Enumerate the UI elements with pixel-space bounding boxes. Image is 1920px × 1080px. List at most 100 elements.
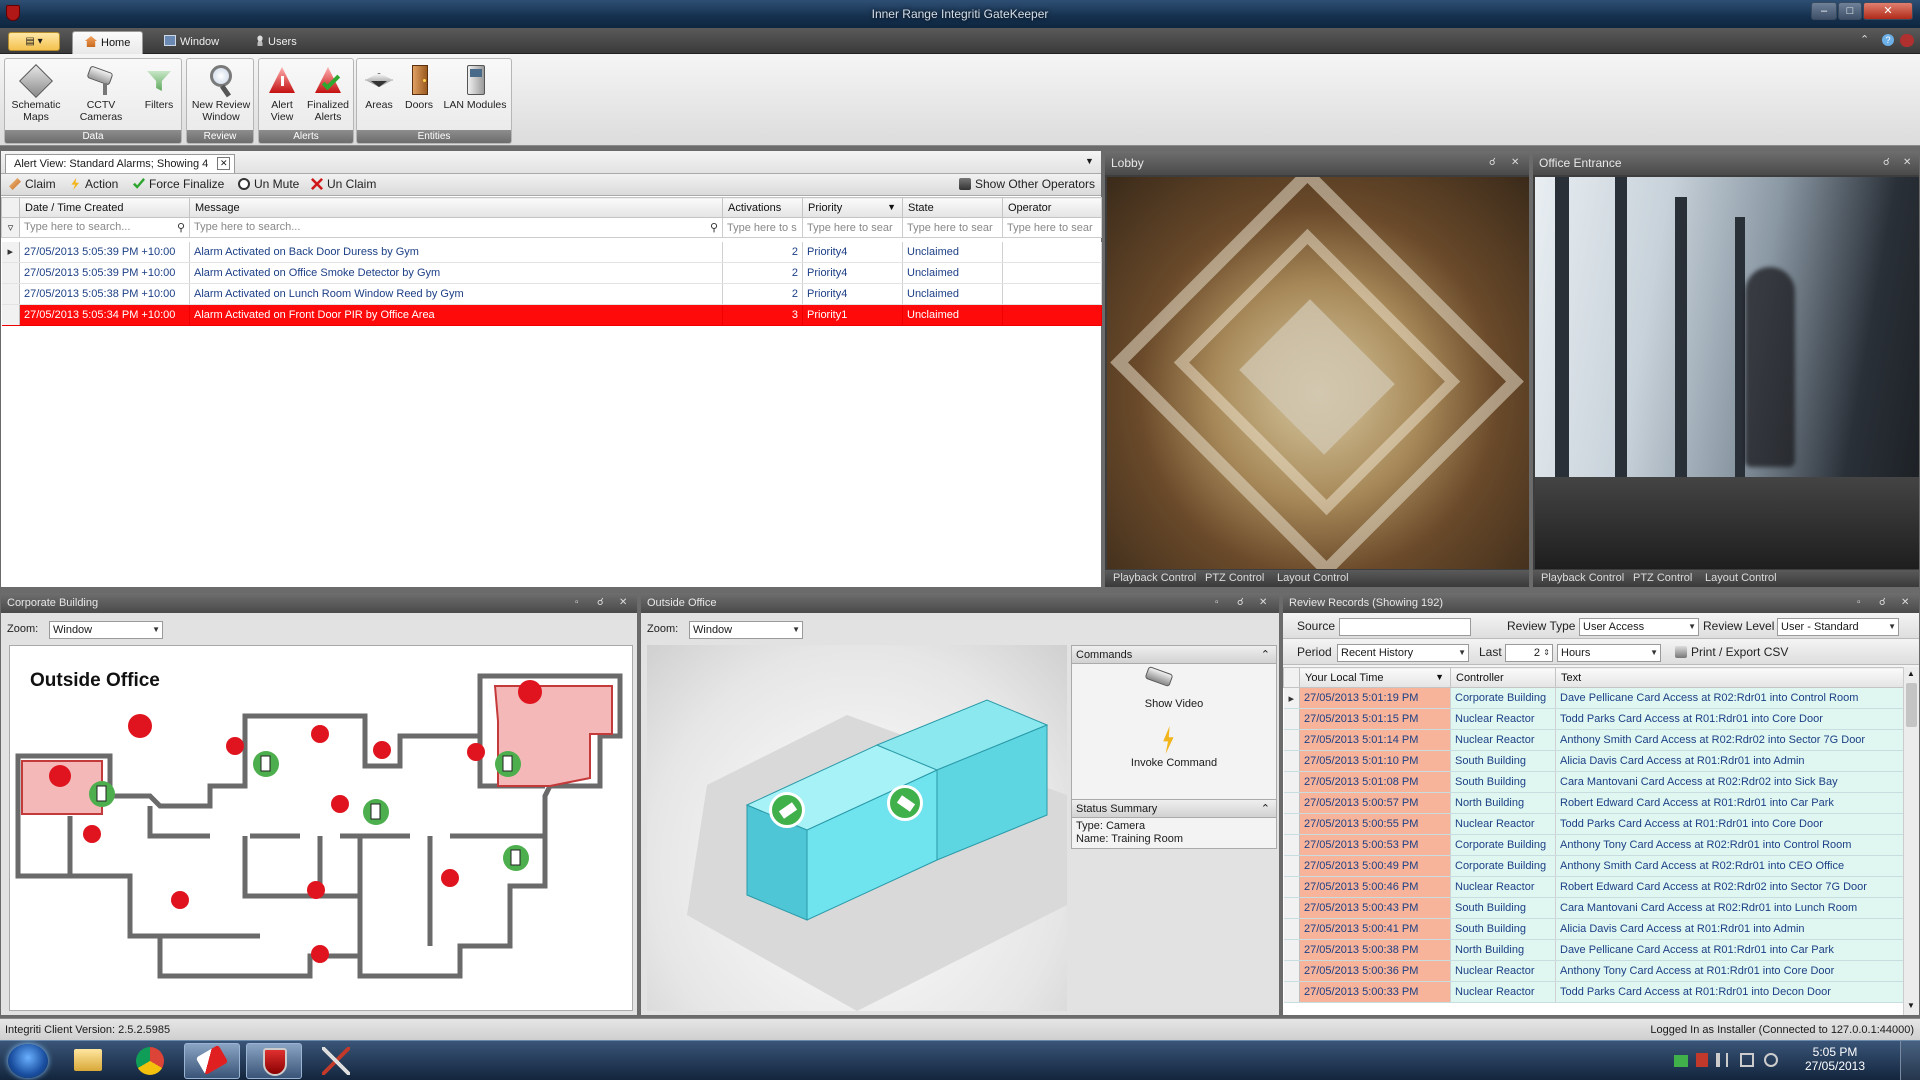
speaker-tray-icon[interactable] (1716, 1053, 1728, 1067)
review-level-select[interactable]: User - Standard ▼ (1777, 618, 1899, 636)
pin-icon[interactable]: ☌ (1879, 593, 1886, 613)
close-button[interactable]: ✕ (1863, 2, 1913, 20)
floor-plan-canvas[interactable]: Outside Office (9, 645, 633, 1011)
review-type-select[interactable]: User Access ▼ (1579, 618, 1699, 636)
table-row[interactable]: 27/05/2013 5:01:14 PM Nuclear Reactor Anth… (1283, 729, 1903, 751)
col-date-created[interactable]: Date / Time Created (19, 197, 190, 218)
table-row[interactable]: 27/05/2013 5:01:15 PM Nuclear Reactor Todd… (1283, 708, 1903, 730)
file-explorer-taskbar-button[interactable] (60, 1043, 116, 1079)
filter-message-input[interactable]: Type here to search... ⚲ (189, 217, 723, 238)
col-local-time[interactable]: Your Local Time ▼ (1299, 667, 1451, 688)
pin-icon[interactable]: ☌ (597, 593, 604, 613)
paint-taskbar-button[interactable] (184, 1043, 240, 1079)
table-row[interactable]: 27/05/2013 5:00:36 PM Nuclear Reactor Anth… (1283, 960, 1903, 982)
pin-icon[interactable]: ☌ (1489, 151, 1496, 175)
force-finalize-button[interactable]: Force Finalize (133, 174, 224, 195)
nvidia-tray-icon[interactable] (1674, 1055, 1688, 1067)
gatekeeper-taskbar-button[interactable] (246, 1043, 302, 1079)
tab-home[interactable]: Home (72, 31, 144, 54)
tools-taskbar-button[interactable] (308, 1043, 364, 1079)
playback-control-link[interactable]: Playback Control (1541, 570, 1624, 587)
collapse-icon[interactable]: ⌃ (1261, 800, 1270, 818)
period-select[interactable]: Recent History ▼ (1337, 644, 1469, 662)
source-input[interactable] (1339, 618, 1471, 636)
layout-control-link[interactable]: Layout Control (1705, 570, 1777, 587)
tab-window[interactable]: Window (152, 31, 231, 54)
ptz-control-link[interactable]: PTZ Control (1633, 570, 1692, 587)
table-row[interactable]: 27/05/2013 5:01:10 PM South Building Alici… (1283, 750, 1903, 772)
table-row[interactable]: 27/05/2013 5:00:53 PM Corporate Building A… (1283, 834, 1903, 856)
close-icon[interactable]: ✕ (1511, 151, 1519, 175)
minimize-button[interactable]: – (1811, 2, 1837, 20)
volume-tray-icon[interactable] (1764, 1053, 1778, 1067)
alert-view-button[interactable]: Alert View (261, 63, 303, 123)
cctv-cameras-button[interactable]: CCTV Cameras (65, 63, 137, 123)
doors-button[interactable]: Doors (401, 63, 437, 111)
table-row[interactable]: 27/05/2013 5:05:39 PM +10:00 Alarm Activ… (1, 262, 1102, 284)
table-row[interactable]: 27/05/2013 5:00:38 PM North Building Dave … (1283, 939, 1903, 961)
minimize-icon[interactable]: ▫ (1215, 593, 1219, 613)
filter-operator-input[interactable]: Type here to sear (1002, 217, 1102, 238)
scroll-thumb[interactable] (1906, 683, 1917, 727)
table-row[interactable]: 27/05/2013 5:05:38 PM +10:00 Alarm Activ… (1, 283, 1102, 305)
scroll-up-icon[interactable]: ▲ (1907, 669, 1915, 678)
review-scrollbar[interactable]: ▲ ▼ (1903, 667, 1919, 1015)
table-row[interactable]: ▸ 27/05/2013 5:01:19 PM Corporate Building… (1283, 687, 1903, 709)
table-row[interactable]: 27/05/2013 5:00:43 PM South Building Cara … (1283, 897, 1903, 919)
col-priority[interactable]: Priority ▼ (802, 197, 903, 218)
filter-date-input[interactable]: Type here to search... ⚲ (19, 217, 190, 238)
col-message[interactable]: Message (189, 197, 723, 218)
playback-control-link[interactable]: Playback Control (1113, 570, 1196, 587)
zoom-select[interactable]: Window ▼ (689, 621, 803, 639)
finalized-alerts-button[interactable]: Finalized Alerts (303, 63, 353, 123)
claim-button[interactable]: Claim (9, 174, 56, 195)
action-button[interactable]: Action (69, 174, 118, 195)
office-entrance-video-feed[interactable] (1535, 177, 1919, 569)
pin-icon[interactable]: ☌ (1883, 151, 1890, 175)
last-value-stepper[interactable]: 2 ⇕ (1505, 644, 1553, 662)
close-icon[interactable]: ✕ (1903, 151, 1911, 175)
help-icon[interactable]: ? (1882, 34, 1894, 46)
close-icon[interactable]: ✕ (619, 593, 627, 613)
maximize-button[interactable]: □ (1838, 2, 1862, 20)
filter-state-input[interactable]: Type here to sear (902, 217, 1003, 238)
table-row[interactable]: 27/05/2013 5:00:46 PM Nuclear Reactor Robe… (1283, 876, 1903, 898)
door-marker-icon[interactable] (887, 785, 923, 821)
areas-button[interactable]: Areas (359, 63, 399, 111)
close-icon[interactable]: ✕ (1259, 593, 1267, 613)
col-text[interactable]: Text (1555, 667, 1903, 688)
table-row[interactable]: 27/05/2013 5:00:57 PM North Building Rober… (1283, 792, 1903, 814)
table-row[interactable]: 27/05/2013 5:00:49 PM Corporate Building A… (1283, 855, 1903, 877)
pin-icon[interactable]: ☌ (1237, 593, 1244, 613)
col-activations[interactable]: Activations (722, 197, 803, 218)
un-claim-button[interactable]: Un Claim (311, 174, 376, 195)
tab-list-chevron-icon[interactable]: ▼ (1085, 156, 1094, 166)
table-row[interactable]: 27/05/2013 5:00:55 PM Nuclear Reactor Todd… (1283, 813, 1903, 835)
table-row-alarm[interactable]: 27/05/2013 5:05:34 PM +10:00 Alarm Activ… (1, 304, 1102, 326)
collapse-ribbon-icon[interactable]: ⌃ (1860, 33, 1869, 46)
show-video-button[interactable]: Show Video (1072, 698, 1276, 710)
new-review-window-button[interactable]: New Review Window (189, 63, 253, 123)
filter-priority-input[interactable]: Type here to sear (802, 217, 903, 238)
table-row[interactable]: 27/05/2013 5:00:33 PM Nuclear Reactor Todd… (1283, 981, 1903, 1003)
tab-users[interactable]: Users (244, 31, 309, 54)
un-mute-button[interactable]: Un Mute (238, 174, 299, 195)
filter-activations-input[interactable]: Type here to s (722, 217, 803, 238)
ptz-control-link[interactable]: PTZ Control (1205, 570, 1264, 587)
col-controller[interactable]: Controller (1450, 667, 1556, 688)
lan-modules-button[interactable]: LAN Modules (439, 63, 511, 111)
quick-access-menu[interactable]: ▤ ▾ (8, 32, 60, 51)
table-row[interactable]: 27/05/2013 5:01:08 PM South Building Cara … (1283, 771, 1903, 793)
unit-select[interactable]: Hours ▼ (1557, 644, 1661, 662)
schematic-maps-button[interactable]: Schematic Maps (7, 63, 65, 123)
layout-control-link[interactable]: Layout Control (1277, 570, 1349, 587)
lobby-video-feed[interactable] (1107, 177, 1529, 569)
zoom-select[interactable]: Window ▼ (49, 621, 163, 639)
network-tray-icon[interactable] (1740, 1053, 1754, 1067)
table-row[interactable]: ▸ 27/05/2013 5:05:39 PM +10:00 Alarm Act… (1, 241, 1102, 263)
table-row[interactable]: 27/05/2013 5:00:41 PM South Building Alici… (1283, 918, 1903, 940)
close-tab-icon[interactable]: ✕ (217, 157, 231, 170)
print-export-csv-button[interactable]: Print / Export CSV (1675, 645, 1788, 659)
scroll-down-icon[interactable]: ▼ (1907, 1001, 1915, 1010)
options-icon[interactable] (1900, 34, 1914, 47)
